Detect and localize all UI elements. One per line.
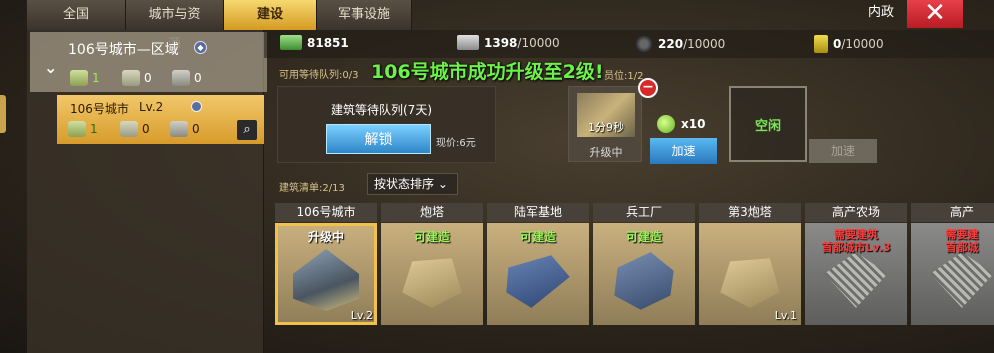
speedup-button-disabled[interactable]: 加速 — [809, 139, 877, 163]
building-status: 可建造 — [625, 230, 662, 244]
building-name: 陆军基地 — [487, 203, 589, 222]
hammer-icon — [68, 121, 86, 137]
building-name: 炮塔 — [381, 203, 483, 222]
speedup-gem-icon — [657, 115, 675, 133]
city-name: 106号城市 — [70, 102, 129, 116]
tab-military[interactable]: 军事设施 — [317, 0, 412, 30]
cash-icon — [280, 35, 302, 50]
region-repair-stat: 0 — [172, 70, 202, 86]
building-status: 可建造 — [519, 230, 556, 244]
top-tabs: 全国 城市与资源 建设 军事设施 — [27, 0, 412, 52]
building-requirement: 需要建筑 首都城市Lv.3 — [821, 228, 891, 254]
building-name: 兵工厂 — [593, 203, 695, 222]
building-requirement: 需要建 首都城 — [945, 228, 979, 254]
chevron-down-icon[interactable]: ⌄ — [44, 58, 57, 77]
city-level: Lv.2 — [139, 100, 164, 114]
building-card[interactable]: 高产农场 需要建筑 首都城市Lv.3 — [805, 203, 907, 325]
building-status: 可建造 — [413, 230, 450, 244]
wrench-icon — [170, 121, 188, 137]
hammer-icon — [70, 70, 88, 86]
resource-rubber: 220/10000 — [635, 35, 725, 53]
side-handle[interactable] — [0, 95, 6, 133]
money-icon — [120, 121, 138, 137]
upgrade-timer: 1分9秒 — [588, 121, 624, 134]
city-repair-stat: 0 — [170, 121, 200, 137]
wait-queue-panel: 建筑等待队列(7天) 解锁 现价:6元 — [277, 86, 496, 163]
building-name: 106号城市 — [275, 203, 377, 222]
upgrade-state: 升级中 — [589, 146, 623, 159]
resource-bar: 81851 1398/10000 220/10000 0/10000 — [264, 30, 994, 58]
army-base-building-image — [506, 255, 570, 308]
region-money-stat: 0 — [122, 70, 152, 86]
building-status: 升级中 — [307, 230, 344, 244]
money-icon — [122, 70, 140, 86]
resource-cash: 81851 — [280, 35, 349, 50]
building-card[interactable]: 炮塔 可建造 — [381, 203, 483, 325]
close-icon: ✕ — [924, 0, 946, 28]
city-money-stat: 0 — [120, 121, 150, 137]
arsenal-building-image — [614, 252, 674, 310]
building-card[interactable]: 第3炮塔 Lv.1 — [699, 203, 801, 325]
price-label: 现价:6元 — [436, 138, 476, 149]
region-badge-icon: ◆ — [194, 41, 207, 54]
tab-construction[interactable]: 建设 — [224, 0, 317, 30]
turret-building-image — [720, 258, 780, 308]
slot-label: 员位:1/2 — [604, 71, 644, 82]
close-button[interactable]: ✕ — [907, 0, 963, 28]
sort-dropdown[interactable]: 按状态排序 ⌄ — [367, 173, 458, 195]
oil-icon — [814, 35, 828, 53]
tire-icon — [635, 35, 653, 53]
building-level: Lv.1 — [774, 309, 797, 322]
tab-national[interactable]: 全国 — [27, 0, 126, 30]
city-building-image — [293, 249, 359, 311]
resource-oil: 0/10000 — [814, 35, 884, 53]
unlock-button[interactable]: 解锁 — [326, 124, 431, 154]
building-card[interactable]: 兵工厂 可建造 — [593, 203, 695, 325]
speedup-button[interactable]: 加速 — [650, 138, 717, 164]
city-build-stat: 1 — [68, 121, 98, 137]
tab-city-resources[interactable]: 城市与资源 — [126, 0, 224, 52]
building-list-count: 建筑清单:2/13 — [279, 183, 345, 194]
building-card[interactable]: 陆军基地 可建造 — [487, 203, 589, 325]
cancel-upgrade-icon[interactable]: − — [638, 78, 658, 98]
idle-label: 空闲 — [754, 119, 781, 134]
idle-slot[interactable]: 空闲 — [729, 86, 807, 162]
farm-building-image — [930, 252, 994, 308]
farm-building-image — [824, 252, 888, 308]
region-build-stat: 1 — [70, 70, 100, 86]
sidebar-item-city[interactable]: 106号城市 Lv.2 1 0 0 ⌕ — [57, 95, 264, 144]
building-name: 第3炮塔 — [699, 203, 801, 222]
chevron-down-icon: ⌄ — [437, 177, 448, 191]
wrench-icon — [172, 70, 190, 86]
building-card[interactable]: 高产 需要建 首都城 — [911, 203, 994, 325]
gov-button[interactable]: 内政 — [853, 0, 909, 28]
building-name: 高产 — [911, 203, 994, 222]
city-badge-icon — [191, 101, 202, 112]
upgrade-slot[interactable]: 1分9秒 升级中 — [568, 86, 642, 162]
search-icon[interactable]: ⌕ — [237, 120, 257, 140]
queue-title: 建筑等待队列(7天) — [331, 103, 432, 117]
region-title: 106号城市—区域 — [68, 42, 179, 58]
resource-steel: 1398/10000 — [457, 35, 560, 50]
building-card[interactable]: 106号城市 升级中 Lv.2 — [275, 203, 377, 325]
queue-available-label: 可用等待队列:0/3 — [279, 70, 359, 81]
turret-building-image — [402, 258, 462, 308]
building-name: 高产农场 — [805, 203, 907, 222]
speedup-item: x10 — [657, 115, 705, 133]
steel-icon — [457, 35, 479, 50]
building-level: Lv.2 — [350, 309, 373, 322]
success-message: 106号城市成功升级至2级! — [371, 61, 604, 83]
region-header[interactable]: 106号城市—区域 ◆ ⌄ 1 0 0 — [30, 32, 267, 92]
